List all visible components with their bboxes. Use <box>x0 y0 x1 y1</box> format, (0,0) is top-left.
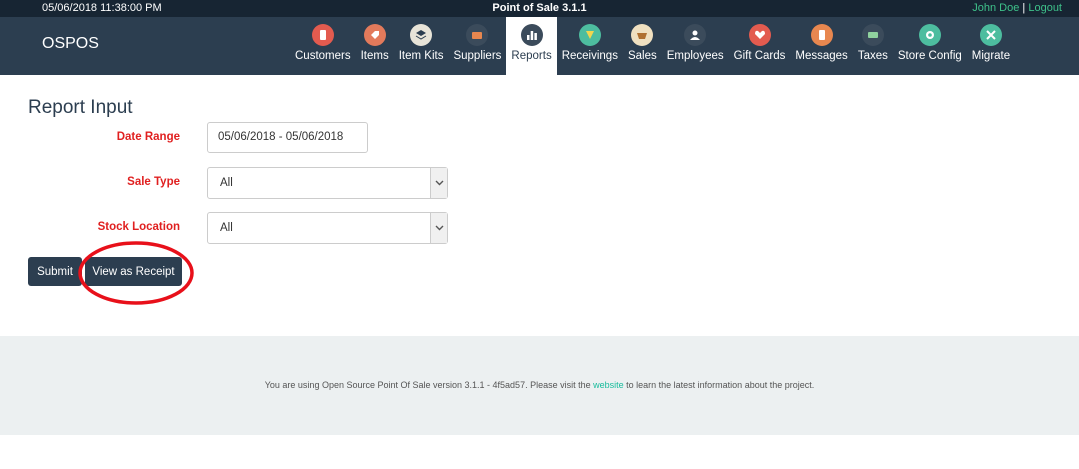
nav-item-receivings[interactable]: Receivings <box>557 17 623 75</box>
user-area: John Doe | Logout <box>972 2 1062 14</box>
chevron-down-icon[interactable] <box>430 213 447 243</box>
migrate-icon <box>979 24 1002 46</box>
items-icon <box>363 24 386 46</box>
footer: You are using Open Source Point Of Sale … <box>0 336 1079 435</box>
nav-item-label: Store Config <box>897 50 962 62</box>
nav-item-label: Receivings <box>561 50 618 62</box>
nav-item-label: Sales <box>627 50 657 62</box>
nav-item-customers[interactable]: Customers <box>290 17 356 75</box>
messages-icon <box>810 24 833 46</box>
page-title: Report Input <box>28 97 133 118</box>
date-range-input[interactable]: 05/06/2018 - 05/06/2018 <box>207 122 368 153</box>
sale-type-value: All <box>220 177 233 189</box>
store-config-icon <box>918 24 941 46</box>
app-title: Point of Sale 3.1.1 <box>492 2 587 14</box>
nav-item-store-config[interactable]: Store Config <box>893 17 967 75</box>
chevron-down-icon[interactable] <box>430 168 447 198</box>
suppliers-icon <box>466 24 489 46</box>
website-link[interactable]: website <box>593 380 624 390</box>
receivings-icon <box>578 24 601 46</box>
nav-item-items[interactable]: Items <box>356 17 394 75</box>
user-name[interactable]: John Doe <box>972 2 1019 14</box>
taxes-icon <box>861 24 884 46</box>
item-kits-icon <box>410 24 433 46</box>
sale-type-label: Sale Type <box>127 176 180 188</box>
nav-item-label: Reports <box>511 50 552 62</box>
stock-location-label: Stock Location <box>97 221 180 233</box>
nav-item-label: Employees <box>666 50 724 62</box>
nav-item-label: Item Kits <box>398 50 444 62</box>
nav-item-item-kits[interactable]: Item Kits <box>394 17 449 75</box>
nav-item-label: Customers <box>295 50 351 62</box>
gift-cards-icon <box>748 24 771 46</box>
nav-item-label: Items <box>360 50 389 62</box>
nav-item-messages[interactable]: Messages <box>790 17 852 75</box>
module-nav: Customers Items Item Kits Suppliers Reports R… <box>290 17 1015 75</box>
nav-item-label: Taxes <box>857 50 888 62</box>
stock-location-value: All <box>220 222 233 234</box>
footer-text-after: to learn the latest information about th… <box>623 380 815 390</box>
nav-item-migrate[interactable]: Migrate <box>967 17 1015 75</box>
nav-item-sales[interactable]: Sales <box>623 17 662 75</box>
sale-type-select[interactable]: All <box>207 167 448 199</box>
user-separator: | <box>1022 2 1026 14</box>
footer-text-before: You are using Open Source Point Of Sale … <box>264 380 594 390</box>
nav-item-taxes[interactable]: Taxes <box>853 17 893 75</box>
sales-icon <box>631 24 654 46</box>
nav-item-label: Messages <box>795 50 848 62</box>
nav-item-label: Gift Cards <box>733 50 786 62</box>
nav-item-reports[interactable]: Reports <box>506 17 557 75</box>
reports-icon <box>520 24 543 46</box>
nav-item-employees[interactable]: Employees <box>662 17 729 75</box>
nav-item-label: Migrate <box>971 50 1011 62</box>
date-range-label: Date Range <box>116 131 180 143</box>
nav-item-label: Suppliers <box>453 50 502 62</box>
view-as-receipt-button[interactable]: View as Receipt <box>85 257 182 286</box>
submit-button[interactable]: Submit <box>28 257 82 286</box>
logout-link[interactable]: Logout <box>1028 2 1062 14</box>
brand-logo[interactable]: OSPOS <box>42 35 99 53</box>
stock-location-select[interactable]: All <box>207 212 448 244</box>
main-navbar: OSPOS Customers Items Item Kits Suppliers Re… <box>0 17 1079 75</box>
top-status-bar: 05/06/2018 11:38:00 PM Point of Sale 3.1… <box>0 0 1079 17</box>
nav-item-gift-cards[interactable]: Gift Cards <box>729 17 791 75</box>
employees-icon <box>684 24 707 46</box>
footer-text: You are using Open Source Point Of Sale … <box>0 380 1079 390</box>
nav-item-suppliers[interactable]: Suppliers <box>448 17 506 75</box>
customers-icon <box>311 24 334 46</box>
